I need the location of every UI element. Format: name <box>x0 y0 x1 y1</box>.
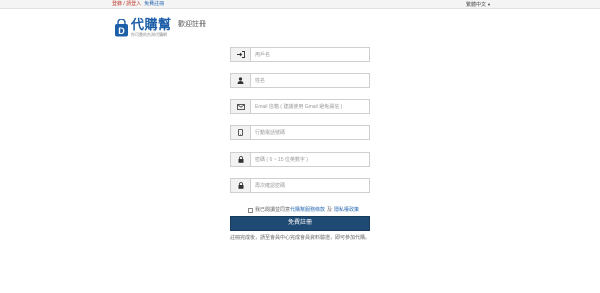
register-link[interactable]: 免費註冊 <box>144 1 164 7</box>
email-field <box>230 99 370 114</box>
name-field <box>230 73 370 88</box>
envelope-icon <box>231 100 251 113</box>
page-title: 歡迎註冊 <box>178 21 206 28</box>
confirm-password-field <box>230 178 370 193</box>
login-link[interactable]: 登錄 / 請登入 <box>112 1 141 7</box>
sign-in-icon <box>231 48 251 61</box>
terms-agreement: 我已閱讀並同意 代購幫服務條款 及 隱私權政策 <box>248 207 359 213</box>
name-input[interactable] <box>255 74 367 87</box>
chevron-down-icon: ▼ <box>487 2 491 7</box>
language-label: 繁體中文 <box>466 2 487 8</box>
terms-and: 及 <box>327 207 333 213</box>
language-selector[interactable]: 繁體中文▼ <box>466 1 491 9</box>
top-links: 登錄 / 請登入 免費註冊 <box>112 1 164 8</box>
phone-input[interactable] <box>255 126 367 139</box>
lock-icon <box>231 153 251 166</box>
logo-tagline: 你可靠的台灣代購網 <box>131 32 167 37</box>
user-icon <box>231 74 251 87</box>
username-field <box>230 47 370 62</box>
mobile-phone-icon <box>231 126 251 139</box>
register-button[interactable]: 免費註冊 <box>230 216 370 231</box>
post-register-note: 註冊完成後，請至會員中心完成會員資料驗證，即可參加代購。 <box>230 235 371 241</box>
confirm-password-input[interactable] <box>255 179 367 192</box>
top-bar: 登錄 / 請登入 免費註冊 繁體中文▼ <box>0 0 600 9</box>
password-input[interactable] <box>255 153 367 166</box>
terms-of-service-link[interactable]: 代購幫服務條款 <box>290 207 325 213</box>
shopping-bag-icon: D <box>115 19 128 37</box>
username-input[interactable] <box>255 48 367 61</box>
svg-text:D: D <box>118 26 125 36</box>
email-input[interactable] <box>255 100 367 113</box>
terms-prefix: 我已閱讀並同意 <box>255 207 291 213</box>
phone-field <box>230 125 370 140</box>
site-logo[interactable]: D 代購幫 你可靠的台灣代購網 <box>114 16 184 40</box>
password-field <box>230 152 370 167</box>
logo-name: 代購幫 <box>131 17 172 32</box>
privacy-policy-link[interactable]: 隱私權政策 <box>334 207 359 213</box>
terms-checkbox[interactable] <box>248 207 253 213</box>
lock-icon <box>231 179 251 192</box>
